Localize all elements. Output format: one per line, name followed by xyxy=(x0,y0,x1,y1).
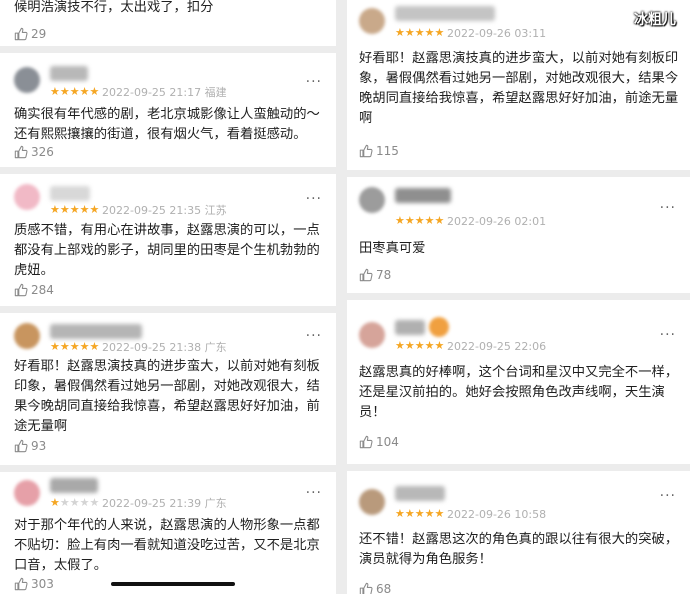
more-dots-icon[interactable]: ··· xyxy=(306,75,322,89)
review-text: 田枣真可爱 xyxy=(359,241,426,256)
more-dots-icon[interactable]: ··· xyxy=(660,328,676,342)
like-button[interactable]: 29 xyxy=(14,26,46,42)
review-card: ★★★★★ 2022-09-26 02:01 ··· 田枣真可爱 78 xyxy=(347,177,690,293)
like-count: 93 xyxy=(31,439,47,453)
like-button[interactable]: 78 xyxy=(359,267,391,283)
star-rating: ★★★★★ xyxy=(395,214,445,227)
home-indicator[interactable] xyxy=(111,582,235,586)
avatar[interactable] xyxy=(359,489,385,515)
review-meta: 2022-09-25 22:06 xyxy=(447,340,547,353)
username-redacted xyxy=(50,66,88,81)
like-button[interactable]: 93 xyxy=(14,438,46,454)
thumbs-up-icon xyxy=(14,439,28,453)
like-count: 68 xyxy=(376,582,392,594)
review-meta: 2022-09-26 02:01 xyxy=(447,215,547,228)
star-rating: ★★★★★ xyxy=(395,507,445,520)
thumbs-up-icon xyxy=(359,435,373,449)
review-card: ★★★★★ 2022-09-25 21:17 福建 ··· 确实很有年代感的剧，… xyxy=(0,53,336,167)
review-card: ★★★★★ 2022-09-25 21:39 广东 ··· 对于那个年代的人来说… xyxy=(0,472,336,594)
like-button[interactable]: 284 xyxy=(14,282,54,298)
star-rating: ★★★★★ xyxy=(50,496,100,509)
card-separator xyxy=(0,167,336,174)
card-separator xyxy=(0,465,336,472)
badge-icon xyxy=(429,317,449,337)
more-dots-icon[interactable]: ··· xyxy=(306,192,322,206)
username-redacted xyxy=(50,478,98,493)
column-gutter xyxy=(336,0,347,594)
review-text: 好看耶！赵露思演技真的进步蛮大，以前对她有刻板印象，暑假偶然看过她另一部剧，对她… xyxy=(14,359,320,434)
like-count: 104 xyxy=(376,435,399,449)
star-rating: ★★★★★ xyxy=(395,26,445,39)
avatar[interactable] xyxy=(14,480,40,506)
avatar[interactable] xyxy=(359,322,385,348)
review-text: 确实很有年代感的剧，老北京城影像让人蛮触动的～还有熙熙攘攘的街道，很有烟火气，看… xyxy=(14,107,320,142)
more-dots-icon[interactable]: ··· xyxy=(306,329,322,343)
review-card: ★★★★★ 2022-09-25 21:35 江苏 ··· 质感不错，有用心在讲… xyxy=(0,174,336,306)
star-rating: ★★★★★ xyxy=(395,339,445,352)
thumbs-up-icon xyxy=(14,27,28,41)
username-redacted xyxy=(395,486,445,501)
like-button[interactable]: 115 xyxy=(359,143,399,159)
more-dots-icon[interactable]: ··· xyxy=(660,489,676,503)
username-redacted xyxy=(395,320,425,335)
review-meta: 2022-09-26 10:58 xyxy=(447,508,547,521)
like-button[interactable]: 68 xyxy=(359,581,391,594)
like-count: 303 xyxy=(31,577,54,591)
avatar[interactable] xyxy=(14,323,40,349)
watermark: 冰粗儿 xyxy=(634,12,676,28)
review-text: 好看耶！赵露思演技真的进步蛮大，以前对她有刻板印象，暑假偶然看过她另一部剧，对她… xyxy=(359,51,679,126)
review-card: ★★★★★ 2022-09-25 21:38 广东 ··· 好看耶！赵露思演技真… xyxy=(0,313,336,465)
username-redacted xyxy=(50,324,142,339)
avatar[interactable] xyxy=(359,187,385,213)
card-separator xyxy=(0,46,336,53)
review-meta: 2022-09-25 21:35 江苏 xyxy=(102,204,227,217)
review-text: 对于那个年代的人来说，赵露思演的人物形象一点都不贴切：脸上有肉一看就知道没吃过苦… xyxy=(14,518,320,573)
review-text: 质感不错，有用心在讲故事，赵露思演的可以，一点都没有上部戏的影子，胡同里的田枣是… xyxy=(14,223,320,278)
review-meta: 2022-09-25 21:39 广东 xyxy=(102,497,227,510)
more-dots-icon[interactable]: ··· xyxy=(660,201,676,215)
like-count: 326 xyxy=(31,145,54,159)
more-dots-icon[interactable]: ··· xyxy=(306,486,322,500)
review-card: ★★★★★ 2022-09-26 10:58 ··· 还不错！赵露思这次的角色真… xyxy=(347,471,690,594)
thumbs-up-icon xyxy=(14,145,28,159)
card-separator xyxy=(347,464,690,471)
left-review-column: 候明浩演技不行，太出戏了，扣分 29 ★★★★★ 2022-09-25 21:1… xyxy=(0,0,336,594)
avatar[interactable] xyxy=(14,67,40,93)
star-rating: ★★★★★ xyxy=(50,340,100,353)
thumbs-up-icon xyxy=(359,582,373,594)
like-button[interactable]: 104 xyxy=(359,434,399,450)
star-rating: ★★★★★ xyxy=(50,85,100,98)
thumbs-up-icon xyxy=(359,268,373,282)
thumbs-up-icon xyxy=(14,577,28,591)
like-count: 115 xyxy=(376,144,399,158)
thumbs-up-icon xyxy=(359,144,373,158)
like-button[interactable]: 326 xyxy=(14,144,54,160)
like-button[interactable]: 303 xyxy=(14,576,54,592)
review-card: 候明浩演技不行，太出戏了，扣分 29 xyxy=(0,0,336,46)
like-count: 78 xyxy=(376,268,392,282)
review-text: 赵露思真的好棒啊，这个台词和星汉中又完全不一样，还是星汉前拍的。她好会按照角色改… xyxy=(359,365,679,420)
thumbs-up-icon xyxy=(14,283,28,297)
avatar[interactable] xyxy=(14,184,40,210)
review-text: 候明浩演技不行，太出戏了，扣分 xyxy=(14,0,214,15)
like-count: 284 xyxy=(31,283,54,297)
star-rating: ★★★★★ xyxy=(50,203,100,216)
avatar[interactable] xyxy=(359,8,385,34)
right-review-column: ★★★★★ 2022-09-26 03:11 好看耶！赵露思演技真的进步蛮大，以… xyxy=(347,0,690,594)
review-meta: 2022-09-25 21:38 广东 xyxy=(102,341,227,354)
like-count: 29 xyxy=(31,27,47,41)
card-separator xyxy=(347,170,690,177)
card-separator xyxy=(347,293,690,300)
card-separator xyxy=(0,306,336,313)
review-card: ★★★★★ 2022-09-25 22:06 ··· 赵露思真的好棒啊，这个台词… xyxy=(347,300,690,464)
username-redacted xyxy=(395,188,451,203)
username-redacted xyxy=(395,6,495,21)
review-text: 还不错！赵露思这次的角色真的跟以往有很大的突破，演员就得为角色服务！ xyxy=(359,532,679,567)
review-meta: 2022-09-25 21:17 福建 xyxy=(102,86,227,99)
review-meta: 2022-09-26 03:11 xyxy=(447,27,547,40)
username-redacted xyxy=(50,186,90,201)
